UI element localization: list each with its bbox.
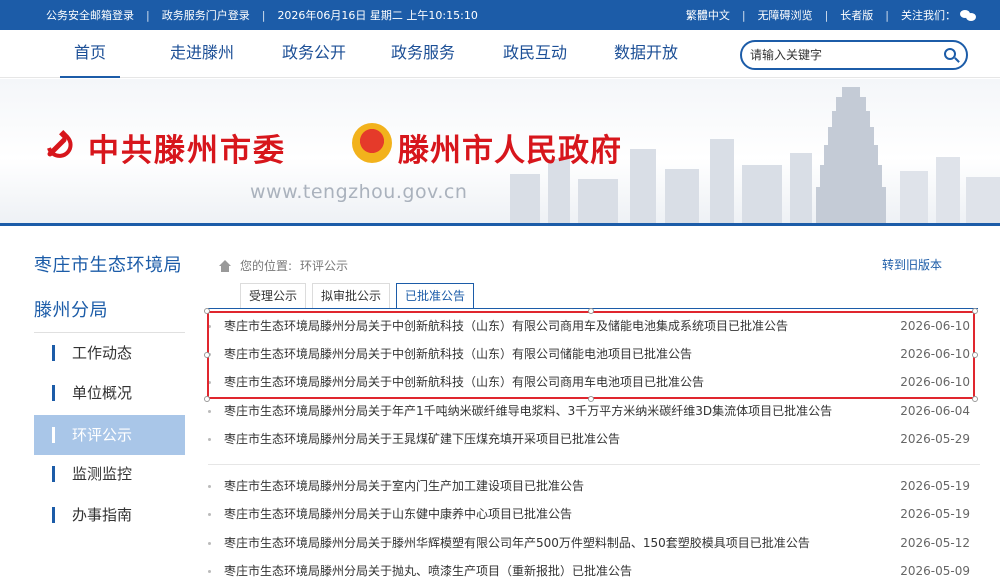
nav-interaction[interactable]: 政民互动 [498, 30, 572, 78]
nav-gov-services[interactable]: 政务服务 [386, 30, 460, 78]
resize-handle [204, 352, 210, 358]
main-nav: 首页 走进滕州 政务公开 政务服务 政民互动 数据开放 [0, 30, 1000, 78]
sidebar-item-unit-overview[interactable]: 单位概况 [34, 373, 185, 413]
list-item-date: 2026-05-29 [900, 432, 970, 446]
breadcrumb: 您的位置: 环评公示 [218, 257, 348, 274]
bullet [208, 485, 211, 488]
list-item-date: 2026-05-12 [900, 536, 970, 550]
current-datetime: 2026年06月16日 星期二 上午10:15:10 [277, 9, 478, 22]
sidebar-title-line2: 滕州分局 [34, 300, 108, 321]
top-bar-left: 公务安全邮箱登录 | 政务服务门户登录 | 2026年06月16日 星期二 上午… [46, 0, 478, 30]
party-committee-title: 中共滕州市委 [88, 133, 286, 169]
list-item-title[interactable]: 枣庄市生态环境局滕州分局关于滕州华辉模塑有限公司年产500万件塑料制品、150套… [224, 529, 810, 557]
bullet [208, 542, 211, 545]
list-item-date: 2026-05-19 [900, 479, 970, 493]
home-icon [218, 259, 232, 272]
government-title: 滕州市人民政府 [398, 133, 622, 169]
list-item-title[interactable]: 枣庄市生态环境局滕州分局关于中创新航科技（山东）有限公司商用车及储能电池集成系统… [224, 312, 788, 340]
list-item-title[interactable]: 枣庄市生态环境局滕州分局关于抛丸、喷漆生产项目（重新报批）已批准公告 [224, 557, 632, 585]
list-item-title[interactable]: 枣庄市生态环境局滕州分局关于中创新航科技（山东）有限公司储能电池项目已批准公告 [224, 340, 692, 368]
list-item-date: 2026-06-10 [900, 347, 970, 361]
list-item-title[interactable]: 枣庄市生态环境局滕州分局关于中创新航科技（山东）有限公司商用车电池项目已批准公告 [224, 368, 704, 396]
resize-handle [204, 396, 210, 402]
party-emblem-icon [47, 130, 73, 158]
sidebar-item-monitoring[interactable]: 监测监控 [34, 454, 185, 494]
follow-us-label: 关注我们： [901, 9, 956, 22]
list-item-date: 2026-05-09 [900, 564, 970, 578]
service-portal-login-link[interactable]: 政务服务门户登录 [162, 7, 250, 23]
nav-gov-affairs-open[interactable]: 政务公开 [277, 30, 351, 78]
breadcrumb-current[interactable]: 环评公示 [300, 257, 348, 274]
list-item-title[interactable]: 枣庄市生态环境局滕州分局关于室内门生产加工建设项目已批准公告 [224, 472, 584, 500]
sidebar-item-service-guide[interactable]: 办事指南 [34, 495, 185, 535]
bullet [208, 513, 211, 516]
list-item-date: 2026-06-10 [900, 319, 970, 333]
bullet [208, 381, 211, 384]
resize-handle [972, 396, 978, 402]
resize-handle [588, 308, 594, 314]
accessibility-link[interactable]: 无障碍浏览 [758, 7, 813, 23]
old-version-link[interactable]: 转到旧版本 [882, 256, 942, 273]
search-icon[interactable] [944, 48, 956, 60]
bullet [208, 570, 211, 573]
group-divider [208, 464, 980, 465]
bullet [208, 410, 211, 413]
tab-acceptance-notice[interactable]: 受理公示 [240, 283, 307, 309]
list-item[interactable]: 枣庄市生态环境局滕州分局关于年产1千吨纳米碳纤维导电浆料、3千万平方米纳米碳纤维… [208, 397, 980, 425]
nav-about-tengzhou[interactable]: 走进滕州 [165, 30, 239, 78]
search-box [740, 40, 968, 70]
header-banner: 中共滕州市委 滕州市人民政府 www.tengzhou.gov.cn [0, 79, 1000, 226]
bullet [208, 438, 211, 441]
traditional-chinese-link[interactable]: 繁體中文 [686, 7, 730, 23]
list-item[interactable]: 枣庄市生态环境局滕州分局关于中创新航科技（山东）有限公司储能电池项目已批准公告 … [208, 340, 980, 368]
nav-open-data[interactable]: 数据开放 [609, 30, 683, 78]
top-bar: 公务安全邮箱登录 | 政务服务门户登录 | 2026年06月16日 星期二 上午… [0, 0, 1000, 30]
list-item[interactable]: 枣庄市生态环境局滕州分局关于抛丸、喷漆生产项目（重新报批）已批准公告 2026-… [208, 557, 980, 585]
tab-pre-approval-notice[interactable]: 拟审批公示 [312, 283, 391, 309]
list-item-date: 2026-06-10 [900, 375, 970, 389]
separator: | [146, 8, 150, 22]
elder-mode-link[interactable]: 长者版 [840, 7, 873, 23]
list-item[interactable]: 枣庄市生态环境局滕州分局关于山东健中康养中心项目已批准公告 2026-05-19 [208, 500, 980, 528]
sidebar-item-work-news[interactable]: 工作动态 [34, 333, 185, 373]
sidebar-item-eia-notice[interactable]: 环评公示 [34, 415, 185, 455]
list-item[interactable]: 枣庄市生态环境局滕州分局关于滕州华辉模塑有限公司年产500万件塑料制品、150套… [208, 529, 980, 557]
list-item-title[interactable]: 枣庄市生态环境局滕州分局关于年产1千吨纳米碳纤维导电浆料、3千万平方米纳米碳纤维… [224, 397, 832, 425]
search-input[interactable] [750, 46, 930, 64]
list-item[interactable]: 枣庄市生态环境局滕州分局关于中创新航科技（山东）有限公司商用车及储能电池集成系统… [208, 312, 980, 340]
resize-handle [972, 352, 978, 358]
list-item-date: 2026-06-04 [900, 404, 970, 418]
list-item[interactable]: 枣庄市生态环境局滕州分局关于王晁煤矿建下压煤充填开采项目已批准公告 2026-0… [208, 425, 980, 453]
separator: | [885, 8, 889, 22]
wechat-icon[interactable] [960, 9, 976, 21]
separator: | [741, 8, 746, 22]
breadcrumb-prefix: 您的位置: [240, 259, 293, 273]
list-item-title[interactable]: 枣庄市生态环境局滕州分局关于王晁煤矿建下压煤充填开采项目已批准公告 [224, 425, 620, 453]
resize-handle [204, 308, 210, 314]
top-bar-right: 繁體中文 | 无障碍浏览 | 长者版 | 关注我们： [686, 0, 976, 30]
list-item-date: 2026-05-19 [900, 507, 970, 521]
separator: | [261, 8, 266, 22]
national-emblem-icon [352, 123, 392, 163]
list-item[interactable]: 枣庄市生态环境局滕州分局关于中创新航科技（山东）有限公司商用车电池项目已批准公告… [208, 368, 980, 396]
bullet [208, 325, 211, 328]
list-item[interactable]: 枣庄市生态环境局滕州分局关于室内门生产加工建设项目已批准公告 2026-05-1… [208, 472, 980, 500]
resize-handle [588, 396, 594, 402]
list-item-title[interactable]: 枣庄市生态环境局滕州分局关于山东健中康养中心项目已批准公告 [224, 500, 572, 528]
resize-handle [972, 308, 978, 314]
official-mail-login-link[interactable]: 公务安全邮箱登录 [46, 7, 134, 23]
tab-approved-notice[interactable]: 已批准公告 [396, 283, 475, 309]
notice-tabs: 受理公示 拟审批公示 已批准公告 [240, 283, 480, 309]
nav-home[interactable]: 首页 [60, 30, 120, 78]
separator: | [824, 8, 829, 22]
sidebar-title-line1: 枣庄市生态环境局 [34, 255, 182, 276]
site-domain: www.tengzhou.gov.cn [250, 181, 468, 203]
